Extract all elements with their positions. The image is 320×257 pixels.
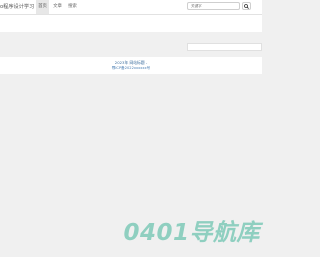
nav-item-search[interactable]: 搜索 (66, 0, 79, 14)
site-footer: 2023年 网站标题 - 鄂ICP备2022xxxxxx号 (0, 57, 262, 74)
search-button[interactable] (242, 2, 251, 10)
footer-icp-link[interactable]: 鄂ICP备2022xxxxxx号 (0, 66, 262, 71)
nav-item-articles[interactable]: 文章 (51, 0, 64, 14)
site-brand[interactable]: o程序设计学习 (0, 3, 34, 10)
top-navbar: o程序设计学习 首页 文章 搜索 (0, 0, 262, 15)
content-panel (0, 15, 262, 32)
search-input[interactable] (187, 2, 240, 10)
nav-item-home[interactable]: 首页 (36, 0, 49, 14)
watermark-logo: 0401导航库 (123, 220, 260, 246)
sidebar-box (187, 43, 262, 51)
search-icon (244, 3, 249, 9)
